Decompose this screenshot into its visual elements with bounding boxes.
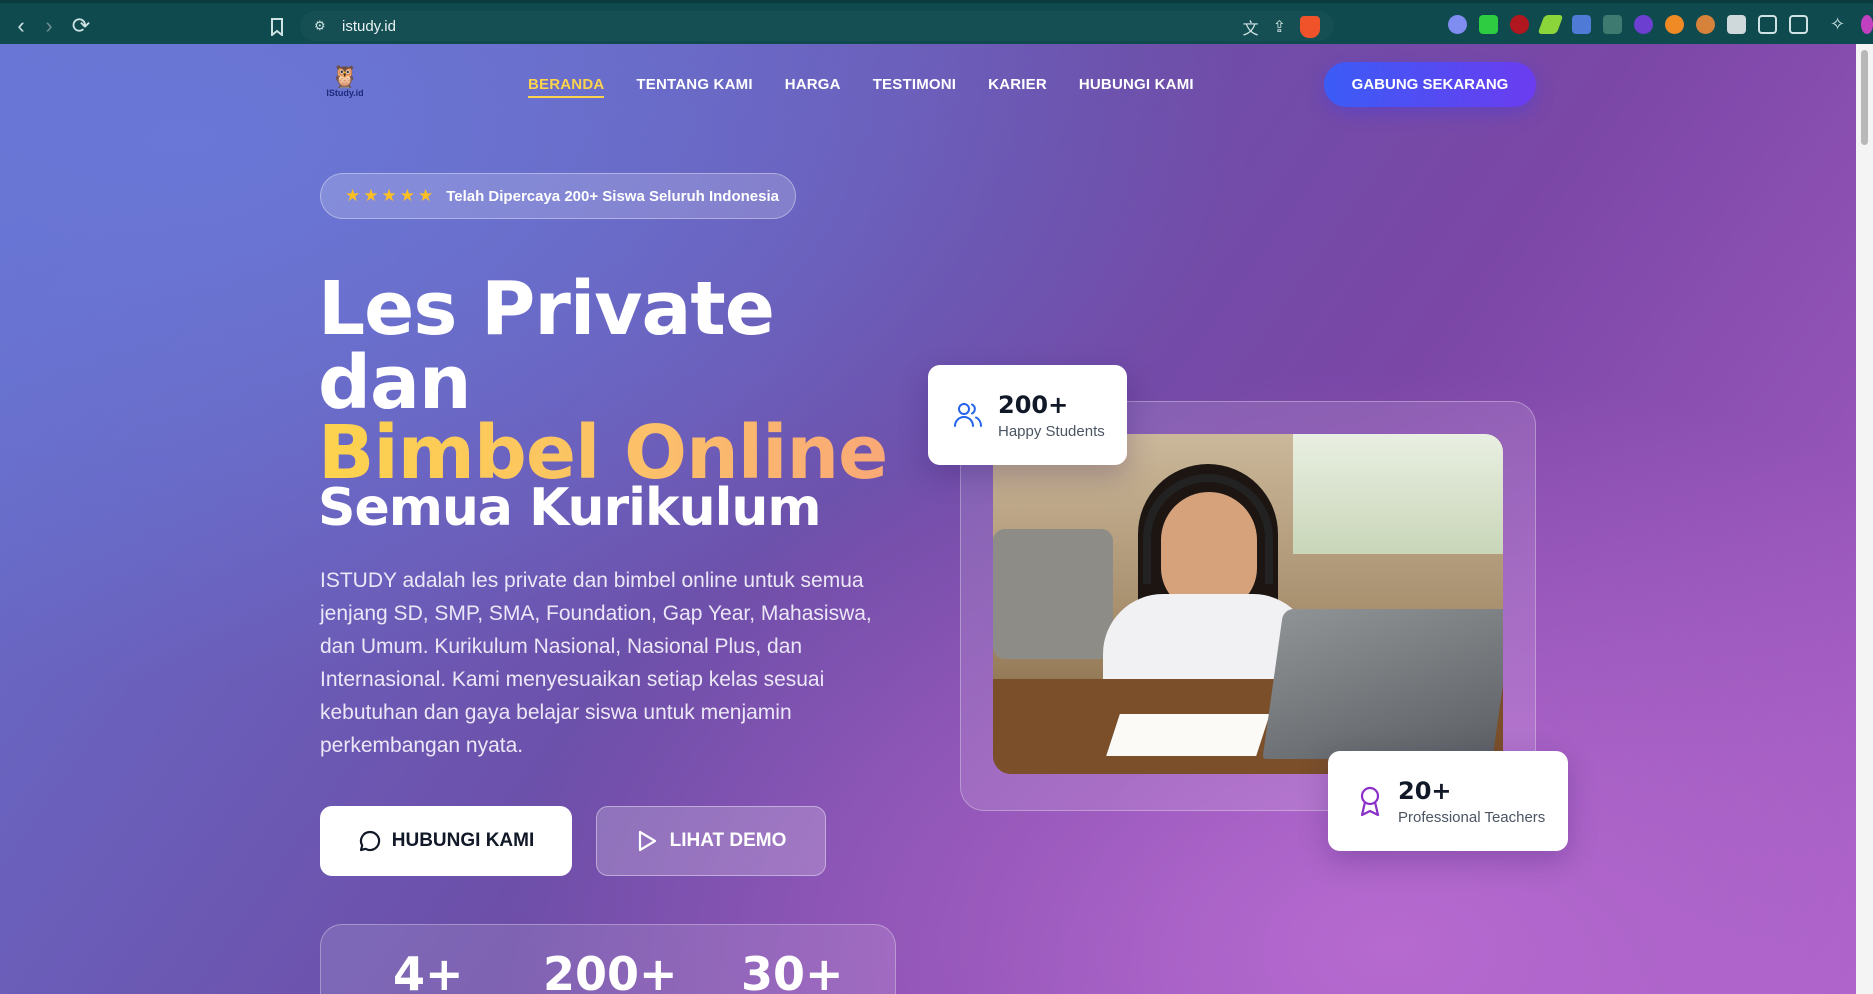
hero-subtitle: Semua Kurikulum <box>318 478 822 538</box>
extensions-bar: ✧ <box>1448 15 1873 34</box>
brave-shield-icon[interactable] <box>1300 16 1320 38</box>
teachers-count: 20+ <box>1398 776 1452 805</box>
logo-text: IStudy.id <box>326 88 364 98</box>
page-scrollbar[interactable] <box>1856 44 1873 994</box>
stats-panel: 4+ 200+ 30+ <box>320 924 896 994</box>
teachers-label: Professional Teachers <box>1398 808 1546 826</box>
extension-icon[interactable] <box>1479 15 1498 34</box>
professional-teachers-card: 20+ Professional Teachers <box>1328 751 1568 851</box>
translate-icon[interactable]: 文 <box>1243 15 1259 39</box>
extension-icon[interactable] <box>1448 15 1467 34</box>
profile-icon[interactable] <box>1861 15 1873 34</box>
stat-value: 200+ <box>543 947 678 994</box>
hero-photo-student <box>993 434 1503 774</box>
stat-value: 30+ <box>741 947 844 994</box>
star-rating-icon: ★★★★★ <box>345 186 437 205</box>
demo-button[interactable]: LIHAT DEMO <box>596 806 826 876</box>
camera-icon[interactable] <box>1727 15 1746 34</box>
extension-icon[interactable] <box>1572 15 1591 34</box>
extension-icon[interactable] <box>1537 15 1564 34</box>
reload-icon[interactable]: ⟳ <box>66 11 96 41</box>
nav-item-karier[interactable]: KARIER <box>988 76 1047 98</box>
hero-description: ISTUDY adalah les private dan bimbel onl… <box>320 569 872 757</box>
extension-icon[interactable] <box>1603 15 1622 34</box>
students-label: Happy Students <box>998 422 1105 440</box>
nav-item-hubungi-kami[interactable]: HUBUNGI KAMI <box>1079 76 1194 98</box>
contact-button[interactable]: HUBUNGI KAMI <box>320 806 572 876</box>
cookie-icon[interactable] <box>1696 15 1715 34</box>
photo-notebook <box>1106 714 1270 756</box>
trust-badge-text: Telah Dipercaya 200+ Siswa Seluruh Indon… <box>446 187 779 205</box>
scrollbar-thumb[interactable] <box>1861 50 1868 145</box>
contact-button-label: HUBUNGI KAMI <box>391 830 535 851</box>
ublock-icon[interactable] <box>1510 15 1529 34</box>
puzzle-icon[interactable] <box>1758 15 1777 34</box>
nav-item-testimoni[interactable]: TESTIMONI <box>873 76 956 98</box>
nav-item-tentang-kami[interactable]: TENTANG KAMI <box>636 76 752 98</box>
forward-icon[interactable]: › <box>34 11 64 41</box>
owl-logo-icon: 🦉 <box>331 64 359 89</box>
address-bar[interactable]: ⚙ istudy.id 文 ⇪ <box>300 11 1334 41</box>
share-icon[interactable]: ⇪ <box>1273 17 1286 37</box>
extension-icon[interactable] <box>1634 15 1653 34</box>
browser-toolbar: ‹ › ⟳ ⚙ istudy.id 文 ⇪ ✧ <box>0 0 1873 44</box>
trust-badge: ★★★★★ Telah Dipercaya 200+ Siswa Seluruh… <box>320 173 796 219</box>
photo-window <box>1293 434 1503 554</box>
url-text: istudy.id <box>342 17 396 35</box>
photo-laptop <box>1262 609 1503 759</box>
chat-bubble-icon <box>359 830 380 852</box>
back-icon[interactable]: ‹ <box>6 11 36 41</box>
join-now-button[interactable]: GABUNG SEKARANG <box>1324 62 1536 107</box>
photo-sofa <box>993 529 1113 659</box>
bookmark-icon[interactable] <box>262 12 292 42</box>
landing-page: 🦉 IStudy.id BERANDA TENTANG KAMI HARGA T… <box>0 44 1856 994</box>
nav-item-harga[interactable]: HARGA <box>785 76 841 98</box>
users-icon <box>954 403 982 427</box>
sparkle-icon[interactable]: ✧ <box>1830 15 1849 34</box>
extension-icon[interactable] <box>1665 15 1684 34</box>
demo-button-label: LIHAT DEMO <box>669 830 787 851</box>
main-nav: BERANDA TENTANG KAMI HARGA TESTIMONI KAR… <box>528 76 1194 98</box>
play-icon <box>638 830 656 852</box>
site-info-icon[interactable]: ⚙ <box>314 18 330 34</box>
site-logo[interactable]: 🦉 IStudy.id <box>322 66 368 104</box>
students-count: 200+ <box>998 390 1069 419</box>
happy-students-card: 200+ Happy Students <box>928 365 1127 465</box>
award-icon <box>1360 786 1380 817</box>
reader-icon[interactable] <box>1789 15 1808 34</box>
nav-item-beranda[interactable]: BERANDA <box>528 76 605 98</box>
stat-value: 4+ <box>393 947 464 994</box>
